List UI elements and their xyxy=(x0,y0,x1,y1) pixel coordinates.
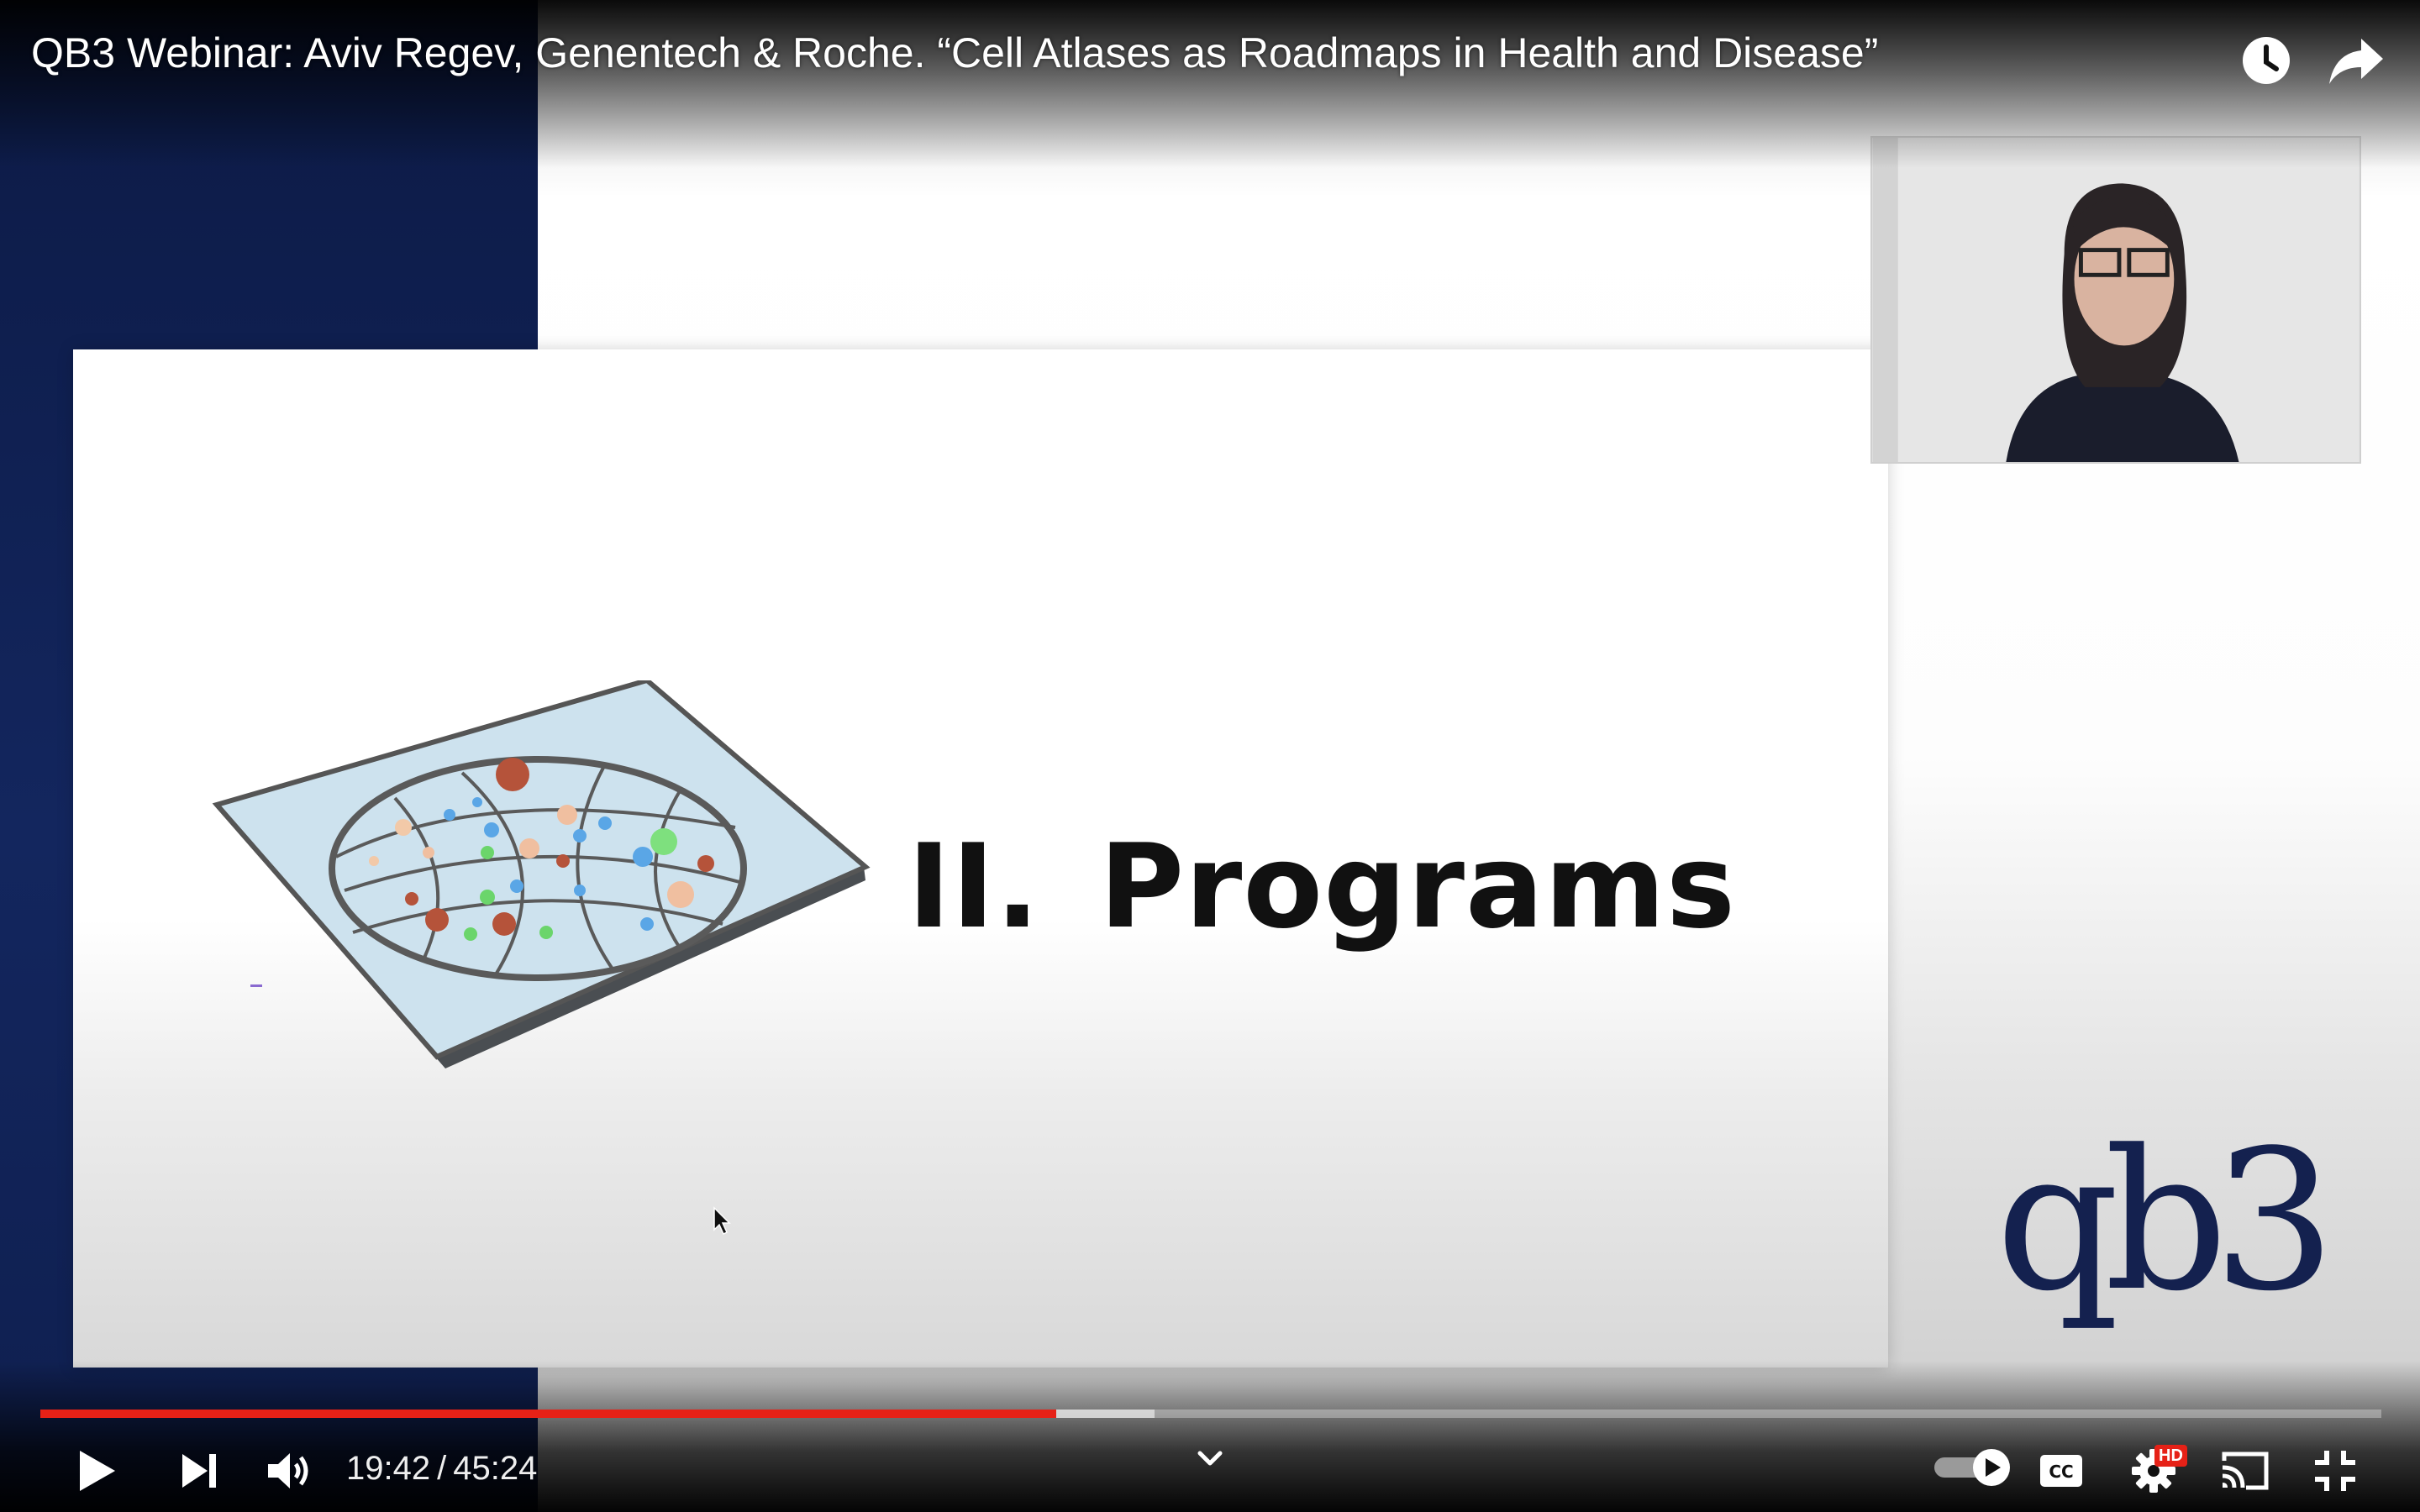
share-button[interactable] xyxy=(2321,25,2391,96)
next-icon xyxy=(182,1454,216,1488)
progress-played xyxy=(40,1410,1057,1418)
exit-fullscreen-button[interactable] xyxy=(2297,1433,2373,1509)
svg-text:CC: CC xyxy=(2049,1462,2073,1482)
cast-icon xyxy=(2222,1452,2269,1490)
play-button[interactable] xyxy=(59,1433,134,1509)
speaker-silhouette xyxy=(1872,138,2360,462)
next-button[interactable] xyxy=(161,1433,237,1509)
volume-icon xyxy=(268,1453,308,1488)
volume-button[interactable] xyxy=(252,1433,328,1509)
current-time: 19:42 xyxy=(346,1450,431,1487)
slide-heading: II. Programs xyxy=(908,819,1736,954)
duration: 45:24 xyxy=(453,1450,538,1487)
time-separator: / xyxy=(437,1450,447,1487)
hd-badge: HD xyxy=(2154,1445,2187,1467)
cell-atlas-illustration xyxy=(212,680,871,1068)
captions-icon: CC xyxy=(2040,1455,2082,1487)
slide-mark xyxy=(250,984,262,987)
slide-heading-text: Programs xyxy=(1099,819,1737,954)
exit-fullscreen-icon xyxy=(2315,1451,2355,1491)
video-title[interactable]: QB3 Webinar: Aviv Regev, Genentech & Roc… xyxy=(31,29,1878,77)
chevron-down-icon[interactable] xyxy=(1192,1441,1228,1478)
watch-later-button[interactable] xyxy=(2231,25,2302,96)
slide-heading-numeral: II. xyxy=(908,819,1041,954)
qb3-logo: qb3 xyxy=(1996,1110,2336,1334)
cursor-icon xyxy=(713,1206,731,1236)
share-icon xyxy=(2329,39,2383,84)
captions-button[interactable]: CC xyxy=(2023,1433,2099,1509)
autoplay-toggle[interactable] xyxy=(1931,1446,2013,1488)
watch-later-icon xyxy=(2243,37,2290,84)
play-icon xyxy=(80,1451,115,1491)
time-display: 19:42/45:24 xyxy=(346,1445,537,1492)
speaker-webcam xyxy=(1870,136,2361,464)
video-player[interactable]: II. Programs qb3 xyxy=(0,0,2420,1512)
cast-button[interactable] xyxy=(2207,1433,2282,1509)
progress-bar[interactable] xyxy=(40,1410,2381,1418)
